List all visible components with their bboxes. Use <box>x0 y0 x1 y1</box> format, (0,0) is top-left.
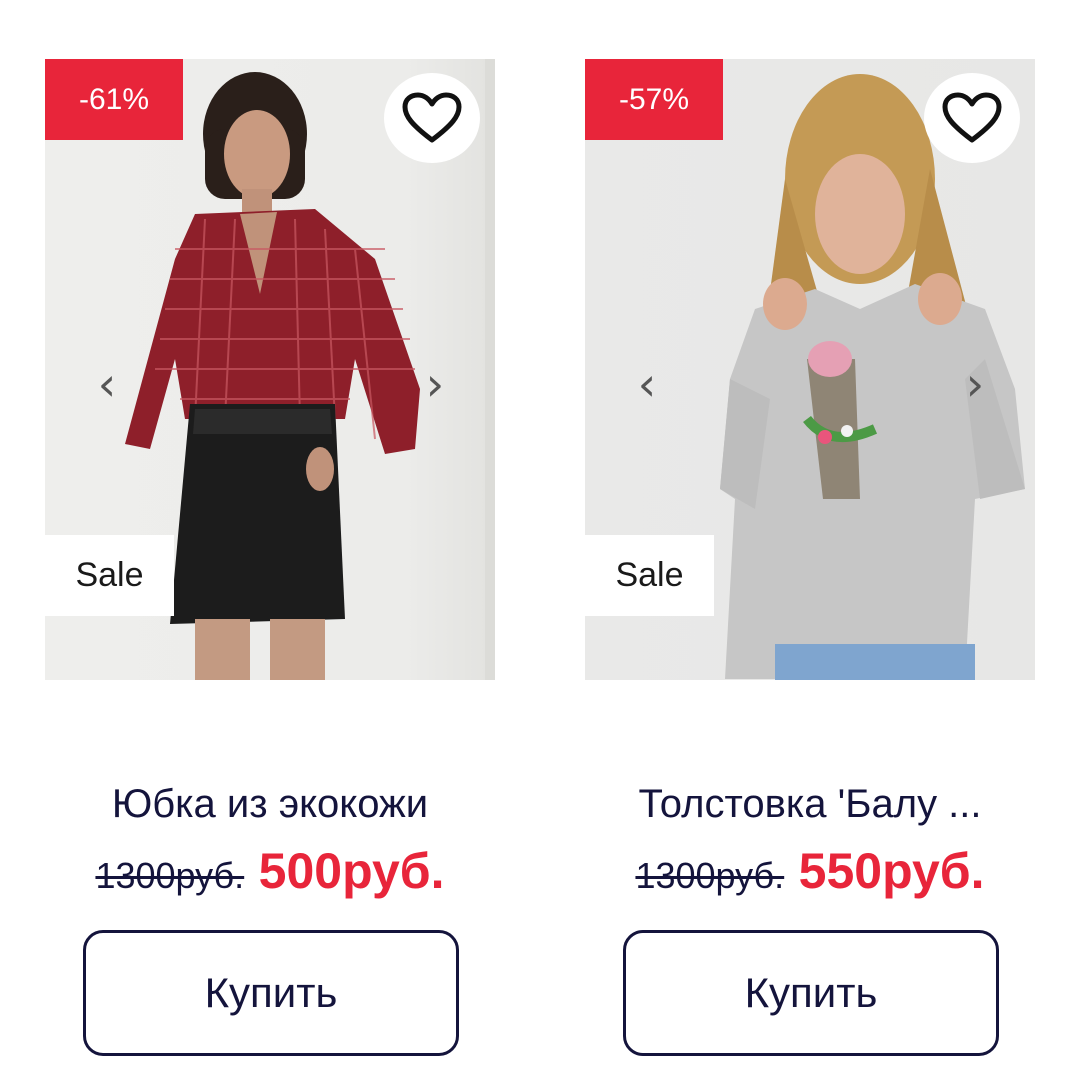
discount-badge: -57% <box>585 59 723 140</box>
next-image-arrow[interactable]: › <box>955 356 995 412</box>
sale-tag: Sale <box>585 535 714 616</box>
product-card: -57% ‹ › Sale Толстовка 'Балу ... 1300ру… <box>585 0 1035 1071</box>
buy-button[interactable]: Купить <box>623 930 999 1056</box>
discount-badge: -61% <box>45 59 183 140</box>
heart-icon <box>402 92 462 143</box>
product-title[interactable]: Юбка из экокожи <box>45 780 495 828</box>
sale-tag: Sale <box>45 535 174 616</box>
next-image-arrow[interactable]: › <box>415 356 455 412</box>
prev-image-arrow[interactable]: ‹ <box>87 356 127 412</box>
product-title[interactable]: Толстовка 'Балу ... <box>585 780 1035 828</box>
prev-image-arrow[interactable]: ‹ <box>627 356 667 412</box>
old-price: 1300руб. <box>95 855 245 896</box>
favorite-button[interactable] <box>924 73 1020 163</box>
heart-icon <box>942 92 1002 143</box>
price-row: 1300руб. 550руб. <box>585 842 1035 900</box>
price-row: 1300руб. 500руб. <box>45 842 495 900</box>
favorite-button[interactable] <box>384 73 480 163</box>
sale-price: 500руб. <box>258 843 445 899</box>
old-price: 1300руб. <box>635 855 785 896</box>
sale-price: 550руб. <box>798 843 985 899</box>
product-card: -61% ‹ › Sale Юбка из экокожи 1300руб. 5… <box>45 0 495 1071</box>
buy-button[interactable]: Купить <box>83 930 459 1056</box>
